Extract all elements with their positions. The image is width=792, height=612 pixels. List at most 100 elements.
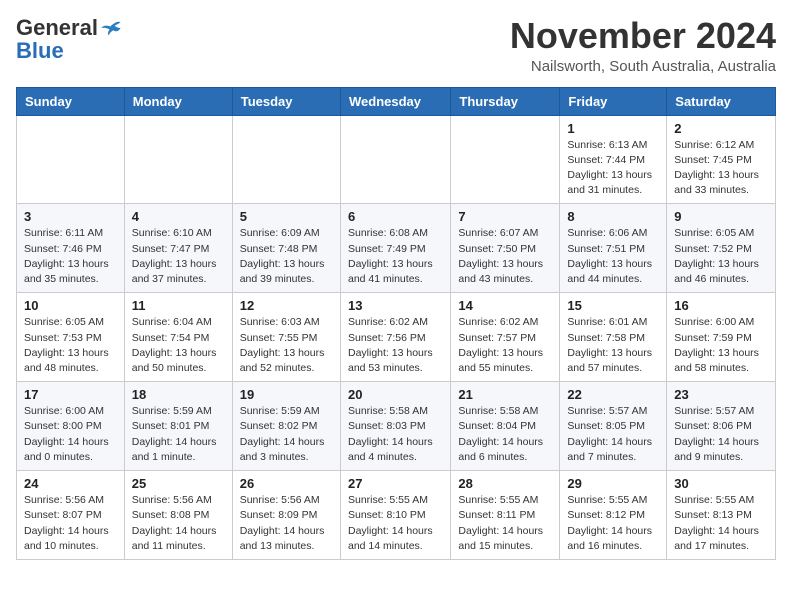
day-info: Sunrise: 6:02 AM Sunset: 7:57 PM Dayligh… (458, 315, 552, 376)
day-info: Sunrise: 5:58 AM Sunset: 8:03 PM Dayligh… (348, 404, 443, 465)
calendar-cell: 6Sunrise: 6:08 AM Sunset: 7:49 PM Daylig… (340, 204, 450, 293)
day-number: 10 (24, 298, 117, 313)
calendar-cell: 13 Sunrise: 6:02 AM Sunset: 7:56 PM Dayli… (340, 293, 450, 382)
day-info: Sunrise: 6:07 AM Sunset: 7:50 PM Dayligh… (458, 226, 552, 287)
day-info: Sunrise: 6:00 AM Sunset: 7:59 PM Dayligh… (674, 315, 768, 376)
calendar-cell (451, 115, 560, 204)
day-info: Sunrise: 6:10 AM Sunset: 7:47 PM Dayligh… (132, 226, 225, 287)
calendar-cell: 26 Sunrise: 5:56 AM Sunset: 8:09 PM Dayli… (232, 471, 340, 560)
day-number: 27 (348, 476, 443, 491)
day-number: 24 (24, 476, 117, 491)
day-number: 28 (458, 476, 552, 491)
logo: General Blue (16, 16, 122, 62)
day-info: Sunrise: 6:01 AM Sunset: 7:58 PM Dayligh… (567, 315, 659, 376)
col-header-wednesday: Wednesday (340, 87, 450, 115)
calendar-cell: 25 Sunrise: 5:56 AM Sunset: 8:08 PM Dayli… (124, 471, 232, 560)
day-number: 13 (348, 298, 443, 313)
calendar-cell: 7 Sunrise: 6:07 AM Sunset: 7:50 PM Daylig… (451, 204, 560, 293)
calendar-week-row: 17 Sunrise: 6:00 AM Sunset: 8:00 PM Dayli… (17, 382, 776, 471)
day-info: Sunrise: 5:56 AM Sunset: 8:08 PM Dayligh… (132, 493, 225, 554)
location-subtitle: Nailsworth, South Australia, Australia (510, 58, 776, 75)
day-number: 6 (348, 209, 443, 224)
calendar-cell: 1 Sunrise: 6:13 AM Sunset: 7:44 PM Daylig… (560, 115, 667, 204)
day-number: 11 (132, 298, 225, 313)
calendar-cell (124, 115, 232, 204)
day-number: 15 (567, 298, 659, 313)
day-info: Sunrise: 6:00 AM Sunset: 8:00 PM Dayligh… (24, 404, 117, 465)
day-info: Sunrise: 5:55 AM Sunset: 8:11 PM Dayligh… (458, 493, 552, 554)
day-number: 9 (674, 209, 768, 224)
day-number: 23 (674, 387, 768, 402)
day-number: 16 (674, 298, 768, 313)
day-info: Sunrise: 5:57 AM Sunset: 8:06 PM Dayligh… (674, 404, 768, 465)
calendar-cell: 8 Sunrise: 6:06 AM Sunset: 7:51 PM Daylig… (560, 204, 667, 293)
day-number: 19 (240, 387, 333, 402)
calendar-cell: 12 Sunrise: 6:03 AM Sunset: 7:55 PM Dayli… (232, 293, 340, 382)
day-info: Sunrise: 5:55 AM Sunset: 8:13 PM Dayligh… (674, 493, 768, 554)
day-info: Sunrise: 5:59 AM Sunset: 8:01 PM Dayligh… (132, 404, 225, 465)
day-info: Sunrise: 5:59 AM Sunset: 8:02 PM Dayligh… (240, 404, 333, 465)
calendar-cell: 10 Sunrise: 6:05 AM Sunset: 7:53 PM Dayli… (17, 293, 125, 382)
day-info: Sunrise: 6:09 AM Sunset: 7:48 PM Dayligh… (240, 226, 333, 287)
day-info: Sunrise: 6:06 AM Sunset: 7:51 PM Dayligh… (567, 226, 659, 287)
logo-bird-icon (100, 17, 122, 39)
day-number: 1 (567, 121, 659, 136)
col-header-sunday: Sunday (17, 87, 125, 115)
calendar-cell: 30 Sunrise: 5:55 AM Sunset: 8:13 PM Dayli… (667, 471, 776, 560)
day-info: Sunrise: 6:11 AM Sunset: 7:46 PM Dayligh… (24, 226, 117, 287)
calendar-cell: 15 Sunrise: 6:01 AM Sunset: 7:58 PM Dayli… (560, 293, 667, 382)
logo-general: General (16, 16, 98, 40)
calendar-cell: 24 Sunrise: 5:56 AM Sunset: 8:07 PM Dayli… (17, 471, 125, 560)
day-info: Sunrise: 5:55 AM Sunset: 8:12 PM Dayligh… (567, 493, 659, 554)
calendar-header-row: SundayMondayTuesdayWednesdayThursdayFrid… (17, 87, 776, 115)
day-info: Sunrise: 6:05 AM Sunset: 7:52 PM Dayligh… (674, 226, 768, 287)
calendar-cell: 23 Sunrise: 5:57 AM Sunset: 8:06 PM Dayli… (667, 382, 776, 471)
day-number: 25 (132, 476, 225, 491)
calendar-cell: 2 Sunrise: 6:12 AM Sunset: 7:45 PM Daylig… (667, 115, 776, 204)
day-info: Sunrise: 6:12 AM Sunset: 7:45 PM Dayligh… (674, 138, 768, 199)
day-info: Sunrise: 5:56 AM Sunset: 8:09 PM Dayligh… (240, 493, 333, 554)
calendar-cell (340, 115, 450, 204)
calendar-cell: 17 Sunrise: 6:00 AM Sunset: 8:00 PM Dayli… (17, 382, 125, 471)
day-number: 26 (240, 476, 333, 491)
calendar-cell (232, 115, 340, 204)
day-info: Sunrise: 6:13 AM Sunset: 7:44 PM Dayligh… (567, 138, 659, 199)
day-info: Sunrise: 6:04 AM Sunset: 7:54 PM Dayligh… (132, 315, 225, 376)
day-number: 29 (567, 476, 659, 491)
day-number: 7 (458, 209, 552, 224)
calendar-cell: 14Sunrise: 6:02 AM Sunset: 7:57 PM Dayli… (451, 293, 560, 382)
day-info: Sunrise: 5:56 AM Sunset: 8:07 PM Dayligh… (24, 493, 117, 554)
day-number: 22 (567, 387, 659, 402)
calendar-cell: 3Sunrise: 6:11 AM Sunset: 7:46 PM Daylig… (17, 204, 125, 293)
day-info: Sunrise: 5:57 AM Sunset: 8:05 PM Dayligh… (567, 404, 659, 465)
calendar-cell: 29 Sunrise: 5:55 AM Sunset: 8:12 PM Dayli… (560, 471, 667, 560)
calendar-table: SundayMondayTuesdayWednesdayThursdayFrid… (16, 87, 776, 560)
day-number: 5 (240, 209, 333, 224)
day-number: 21 (458, 387, 552, 402)
calendar-cell (17, 115, 125, 204)
day-info: Sunrise: 5:58 AM Sunset: 8:04 PM Dayligh… (458, 404, 552, 465)
day-number: 8 (567, 209, 659, 224)
day-number: 12 (240, 298, 333, 313)
calendar-week-row: 1 Sunrise: 6:13 AM Sunset: 7:44 PM Daylig… (17, 115, 776, 204)
day-number: 30 (674, 476, 768, 491)
calendar-cell: 18Sunrise: 5:59 AM Sunset: 8:01 PM Dayli… (124, 382, 232, 471)
day-number: 20 (348, 387, 443, 402)
day-info: Sunrise: 6:03 AM Sunset: 7:55 PM Dayligh… (240, 315, 333, 376)
day-number: 17 (24, 387, 117, 402)
calendar-cell: 5 Sunrise: 6:09 AM Sunset: 7:48 PM Daylig… (232, 204, 340, 293)
day-number: 4 (132, 209, 225, 224)
day-info: Sunrise: 6:05 AM Sunset: 7:53 PM Dayligh… (24, 315, 117, 376)
calendar-cell: 9 Sunrise: 6:05 AM Sunset: 7:52 PM Daylig… (667, 204, 776, 293)
day-number: 2 (674, 121, 768, 136)
col-header-tuesday: Tuesday (232, 87, 340, 115)
calendar-cell: 11 Sunrise: 6:04 AM Sunset: 7:54 PM Dayli… (124, 293, 232, 382)
calendar-cell: 27Sunrise: 5:55 AM Sunset: 8:10 PM Dayli… (340, 471, 450, 560)
calendar-cell: 19 Sunrise: 5:59 AM Sunset: 8:02 PM Dayli… (232, 382, 340, 471)
title-block: November 2024 Nailsworth, South Australi… (510, 16, 776, 75)
calendar-cell: 22 Sunrise: 5:57 AM Sunset: 8:05 PM Dayli… (560, 382, 667, 471)
calendar-week-row: 10 Sunrise: 6:05 AM Sunset: 7:53 PM Dayli… (17, 293, 776, 382)
day-info: Sunrise: 6:02 AM Sunset: 7:56 PM Dayligh… (348, 315, 443, 376)
month-title: November 2024 (510, 16, 776, 56)
calendar-week-row: 24 Sunrise: 5:56 AM Sunset: 8:07 PM Dayli… (17, 471, 776, 560)
